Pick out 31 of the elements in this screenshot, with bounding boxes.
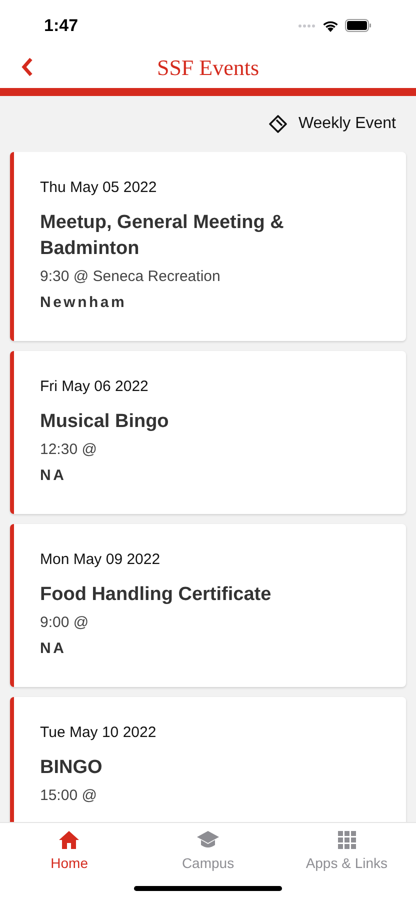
page-title: SSF Events (156, 54, 260, 82)
event-card[interactable]: Thu May 05 2022 Meetup, General Meeting & Badminton 9:30 @ Seneca Recreation Newnham (10, 152, 406, 341)
status-time: 1:47 (44, 14, 78, 37)
signal-icon (298, 24, 316, 28)
event-location: Newnham (40, 293, 128, 313)
event-date: Fri May 06 2022 (40, 377, 150, 397)
event-date: Thu May 05 2022 (40, 178, 158, 198)
event-title: Food Handling Certificate (40, 583, 272, 607)
graduation-cap-icon (196, 830, 220, 850)
home-icon (58, 830, 80, 850)
grid-icon (338, 831, 356, 849)
event-location: NA (40, 466, 68, 486)
event-location: NA (40, 639, 68, 659)
event-time: 12:30 @ (40, 440, 98, 460)
event-time: 9:00 @ (40, 613, 90, 633)
event-date: Tue May 10 2022 (40, 723, 158, 743)
event-title: Musical Bingo (40, 410, 170, 434)
event-time: 9:30 @ Seneca Recreation (40, 267, 222, 287)
back-button[interactable] (20, 56, 34, 78)
tab[interactable]: Home (0, 829, 139, 874)
event-card[interactable]: Tue May 10 2022 BINGO 15:00 @ (10, 697, 406, 822)
ticket-icon (268, 114, 288, 134)
wifi-icon (322, 20, 339, 32)
event-title: BINGO (40, 756, 104, 780)
event-card[interactable]: Fri May 06 2022 Musical Bingo 12:30 @ NA (10, 351, 406, 514)
legend-label: Weekly Event (298, 114, 396, 134)
event-time: 15:00 @ (40, 786, 98, 806)
event-date: Mon May 09 2022 (40, 550, 162, 570)
event-card[interactable]: Mon May 09 2022 Food Handling Certificate 9:00 @ NA (10, 524, 406, 687)
event-title: Meetup, General Meeting & Badminton (40, 211, 285, 261)
battery-icon (345, 19, 372, 32)
